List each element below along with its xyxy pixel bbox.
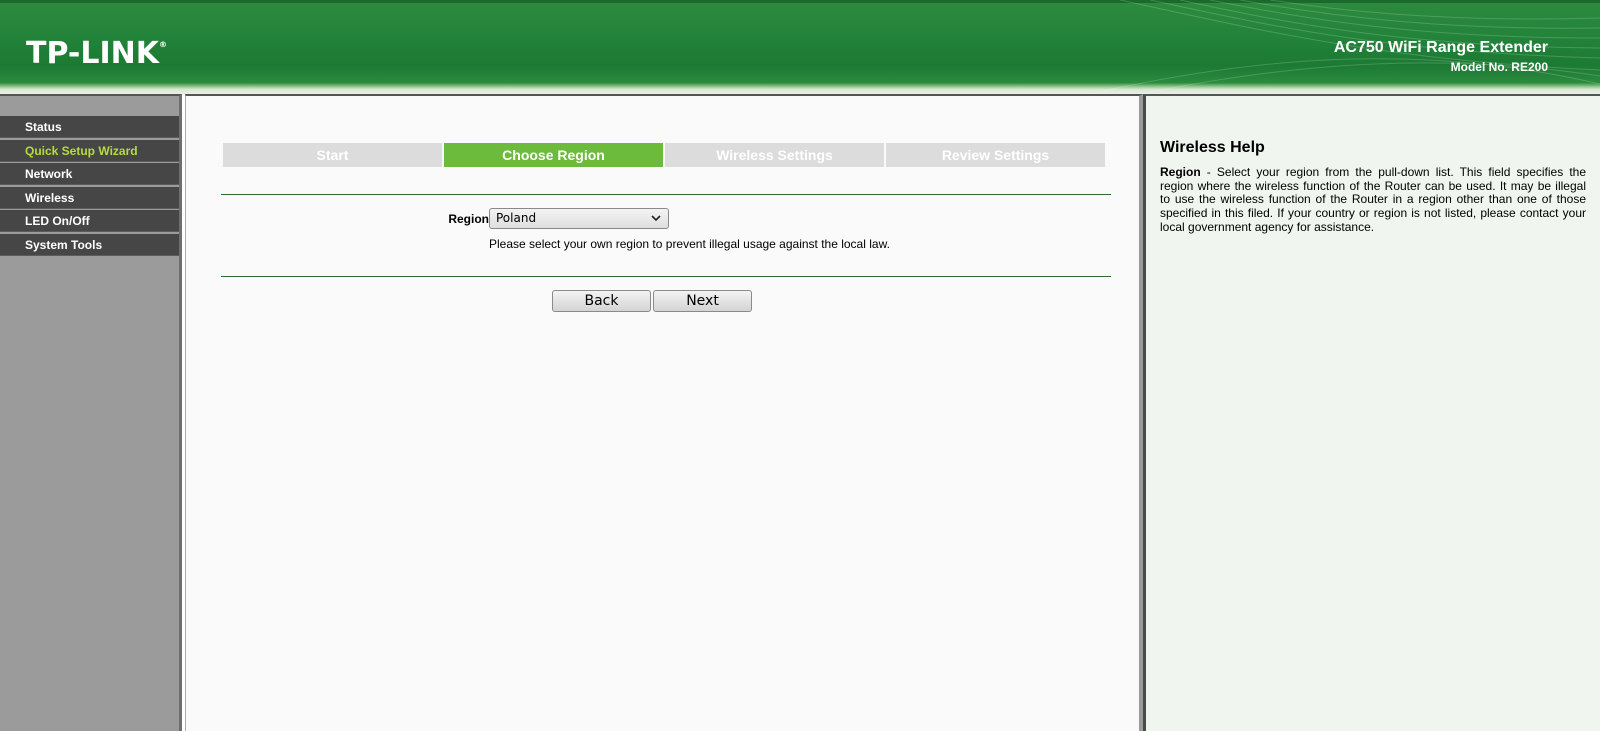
main-content: Start Choose Region Wireless Settings Re… [185, 94, 1143, 731]
sidebar-item-wireless[interactable]: Wireless [0, 186, 179, 209]
sidebar-item-led-on-off[interactable]: LED On/Off [0, 210, 179, 232]
sidebar-item-status[interactable]: Status [0, 116, 179, 138]
help-title: Wireless Help [1160, 139, 1265, 156]
back-button[interactable]: Back [552, 290, 651, 312]
divider-top [221, 194, 1111, 195]
divider-bottom [221, 276, 1111, 277]
wizard-step-wireless-settings: Wireless Settings [665, 143, 884, 167]
region-label: Region: [448, 212, 493, 226]
region-note: Please select your own region to prevent… [489, 237, 890, 251]
wizard-step-choose-region: Choose Region [444, 143, 663, 167]
help-text: Region - Select your region from the pul… [1160, 165, 1586, 235]
help-term: Region [1160, 165, 1201, 179]
tp-link-logo: TP-LINK® [26, 36, 168, 71]
next-button[interactable]: Next [653, 290, 752, 312]
help-panel: Wireless Help Region - Select your regio… [1143, 94, 1600, 731]
page-header: TP-LINK® AC750 WiFi Range Extender Model… [0, 0, 1600, 94]
sidebar-item-quick-setup-wizard[interactable]: Quick Setup Wizard [0, 139, 179, 162]
region-select-value: Poland [496, 211, 537, 225]
product-title: AC750 WiFi Range Extender [1333, 39, 1548, 56]
wizard-step-start: Start [223, 143, 442, 167]
sidebar-menu: Status Quick Setup Wizard Network Wirele… [0, 116, 179, 257]
sidebar-item-system-tools[interactable]: System Tools [0, 233, 179, 256]
chevron-down-icon [651, 215, 661, 222]
sidebar: Status Quick Setup Wizard Network Wirele… [0, 94, 182, 731]
region-select[interactable]: Poland [489, 208, 669, 229]
wizard-steps: Start Choose Region Wireless Settings Re… [223, 143, 1107, 167]
model-number: Model No. RE200 [1450, 60, 1548, 74]
help-description: - Select your region from the pull-down … [1160, 165, 1586, 234]
sidebar-item-network[interactable]: Network [0, 163, 179, 185]
wizard-step-review-settings: Review Settings [886, 143, 1105, 167]
